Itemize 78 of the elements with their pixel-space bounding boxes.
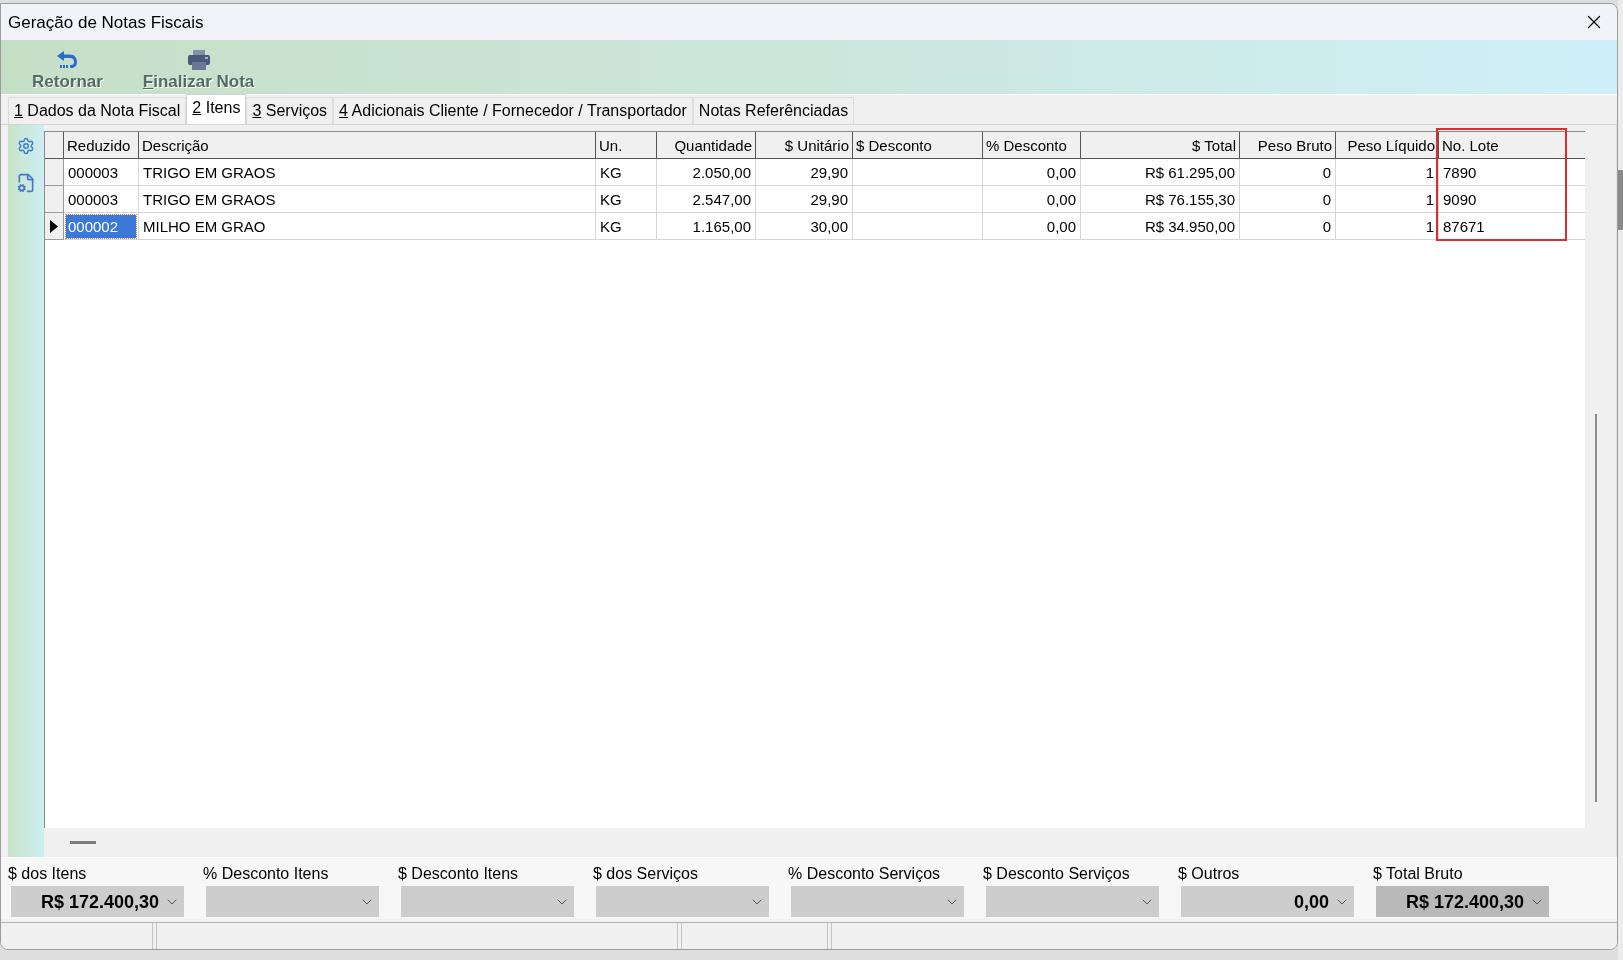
header-filler [1567,132,1585,159]
table-cell: 000003 [64,159,139,186]
column-header[interactable]: Quantidade [657,132,756,159]
toolbar-button[interactable]: Finalizar Nota [142,50,255,90]
table-cell: 1 [1336,159,1439,186]
column-header[interactable]: % Desconto [983,132,1081,159]
scrollbar-thumb[interactable] [1595,414,1597,802]
table-cell: 29,90 [756,159,853,186]
column-header[interactable]: $ Total [1081,132,1240,159]
table-cell: KG [596,213,657,240]
table-cell: 0,00 [983,159,1081,186]
dropdown-field[interactable] [986,886,1159,917]
toolbar-button[interactable]: Retornar [32,50,103,90]
table-cell: 87671 [1439,213,1567,240]
document-settings-button[interactable] [16,173,36,193]
scrollbar-thumb[interactable] [70,841,96,844]
table-cell: 000002 [64,213,139,240]
return-arrow-icon [55,50,80,70]
dropdown-field[interactable]: R$ 172.400,30 [1376,886,1549,917]
table-cell: 1 [1336,186,1439,213]
table-cell: 9090 [1439,186,1567,213]
table-cell: 2.547,00 [657,186,756,213]
window-title: Geração de Notas Fiscais [8,13,204,31]
field-label: $ Desconto Itens [398,865,520,884]
table-cell: 7890 [1439,159,1567,186]
table-cell: 1.165,00 [657,213,756,240]
column-header[interactable]: $ Desconto [853,132,983,159]
table-cell: 0,00 [983,186,1081,213]
tab[interactable]: 1 Dados da Nota Fiscal [8,97,187,124]
table-cell: 0 [1240,213,1336,240]
field-label: $ Desconto Serviços [983,865,1131,884]
row-pointer-icon [50,219,58,233]
tab[interactable]: 4 Adicionais Cliente / Fornecedor / Transportador [333,97,693,124]
dropdown-field[interactable] [401,886,574,917]
gear-icon [17,137,35,155]
table-cell: TRIGO EM GRAOS [139,159,596,186]
field-label: $ Outros [1178,865,1241,884]
field-label: $ Total Bruto [1373,865,1464,884]
table-cell: KG [596,186,657,213]
table-cell: 0 [1240,186,1336,213]
settings-button[interactable] [17,137,35,155]
dropdown-field[interactable]: 0,00 [1181,886,1354,917]
dropdown-field[interactable]: R$ 172.400,30 [11,886,184,917]
column-header[interactable]: Reduzido [64,132,139,159]
field-label: % Desconto Itens [203,865,330,884]
table-cell: R$ 34.950,00 [1081,213,1240,240]
document-gear-icon [16,173,36,193]
table-cell: R$ 76.155,30 [1081,186,1240,213]
table-cell: TRIGO EM GRAOS [139,186,596,213]
dropdown-field[interactable] [206,886,379,917]
field-label: % Desconto Serviços [788,865,942,884]
column-header[interactable]: Peso Líquido [1336,132,1439,159]
tab[interactable]: Notas Referênciadas [692,97,855,124]
tab[interactable]: 3 Serviços [246,97,334,124]
table-cell: 29,90 [756,186,853,213]
grid-corner [45,132,64,159]
table-cell: 000003 [64,186,139,213]
table-cell: 1 [1336,213,1439,240]
column-header[interactable]: $ Unitário [756,132,853,159]
field-label: $ dos Serviços [593,865,699,884]
tab[interactable]: 2 Itens [186,94,247,124]
field-label: $ dos Itens [8,865,88,884]
column-header[interactable]: Peso Bruto [1240,132,1336,159]
dropdown-field[interactable] [791,886,964,917]
column-header[interactable]: Un. [596,132,657,159]
column-header[interactable]: No. Lote [1439,132,1567,159]
scrollbar-thumb[interactable] [1618,170,1623,230]
dropdown-field[interactable] [596,886,769,917]
table-cell: 0 [1240,159,1336,186]
printer-icon [186,50,211,70]
table-cell: 2.050,00 [657,159,756,186]
table-cell: 0,00 [983,213,1081,240]
row-header[interactable] [45,213,64,240]
table-cell: KG [596,159,657,186]
table-cell: 30,00 [756,213,853,240]
column-header[interactable]: Descrição [139,132,596,159]
table-cell: R$ 61.295,00 [1081,159,1240,186]
table-cell: MILHO EM GRAO [139,213,596,240]
